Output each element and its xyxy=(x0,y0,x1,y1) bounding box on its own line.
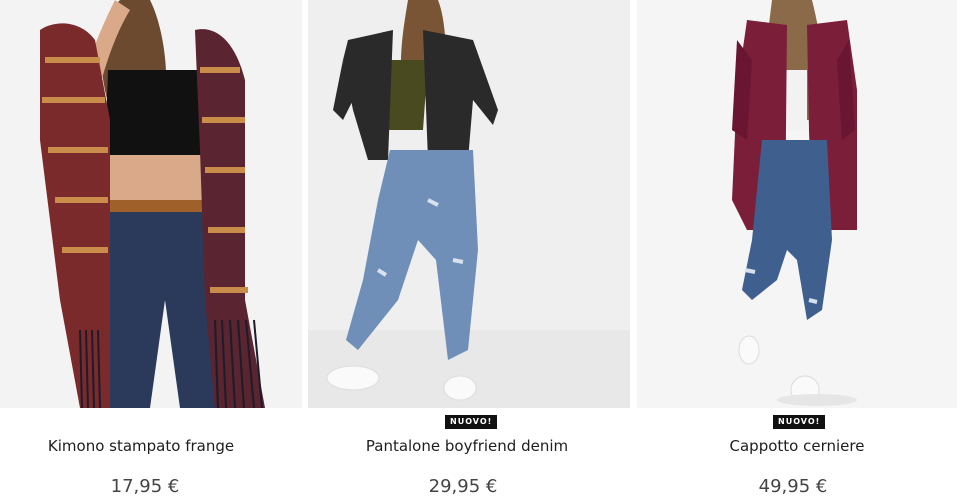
product-image[interactable] xyxy=(0,0,302,408)
product-image[interactable] xyxy=(637,0,957,408)
new-badge: NUOVO! xyxy=(773,415,826,429)
product-image[interactable] xyxy=(308,0,630,408)
product-name[interactable]: Cappotto cerniere xyxy=(637,437,957,455)
product-card[interactable]: Kimono stampato frange 17,95 € xyxy=(0,0,302,497)
product-name[interactable]: Kimono stampato frange xyxy=(0,437,292,455)
product-price: 17,95 € xyxy=(110,476,180,497)
product-card[interactable]: NUOVO! Cappotto cerniere 49,95 € xyxy=(637,0,957,497)
product-price: 29,95 € xyxy=(428,476,498,497)
product-price: 49,95 € xyxy=(758,476,828,497)
new-badge: NUOVO! xyxy=(445,415,498,429)
product-grid: Kimono stampato frange 17,95 € NUOVO! Pa… xyxy=(0,0,957,497)
product-card[interactable]: NUOVO! Pantalone boyfriend denim 29,95 € xyxy=(306,0,630,497)
product-name[interactable]: Pantalone boyfriend denim xyxy=(306,437,628,455)
